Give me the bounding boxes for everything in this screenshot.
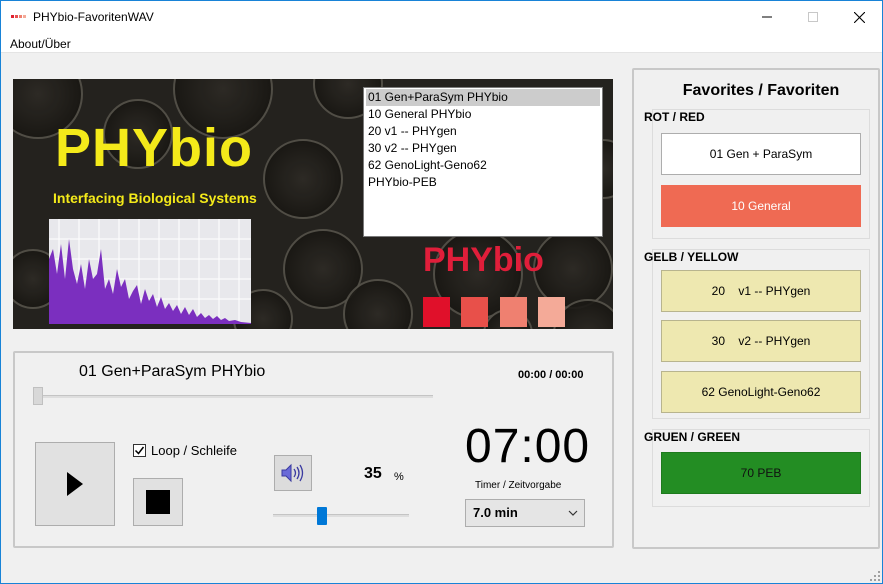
stop-button[interactable] (133, 478, 183, 526)
fav-button-70[interactable]: 70 PEB (661, 452, 861, 494)
track-name: 01 Gen+ParaSym PHYbio (79, 363, 266, 380)
playlist-item[interactable]: PHYbio-PEB (366, 174, 600, 191)
playlist-item[interactable]: 01 Gen+ParaSym PHYbio (366, 89, 600, 106)
playlist-item[interactable]: 62 GenoLight-Geno62 (366, 157, 600, 174)
favorites-title: Favorites / Favoriten (682, 82, 840, 99)
playlist-item[interactable]: 20 v1 -- PHYgen (366, 123, 600, 140)
timer-selected-value: 7.0 min (473, 505, 518, 520)
volume-unit: % (394, 471, 404, 483)
fav-button-01[interactable]: 01 Gen + ParaSym (661, 133, 861, 175)
seek-slider-track[interactable] (33, 395, 433, 398)
title-bar[interactable]: PHYbio-FavoritenWAV (1, 1, 882, 33)
chevron-down-icon (568, 500, 578, 535)
swatch-3 (500, 297, 527, 327)
window-title: PHYbio-FavoritenWAV (33, 10, 154, 24)
swatch-1 (423, 297, 450, 327)
fav-button-20[interactable]: 20 v1 -- PHYgen (661, 270, 861, 312)
timer-display: 07:00 (465, 420, 591, 473)
group-label-green: GRUEN / GREEN (644, 430, 741, 444)
close-icon (853, 11, 865, 23)
maximize-button (790, 1, 836, 33)
play-icon (67, 472, 83, 496)
app-icon (11, 15, 27, 19)
minimize-button[interactable] (744, 1, 790, 33)
minimize-icon (762, 16, 772, 18)
fav-button-10[interactable]: 10 General (661, 185, 861, 227)
menu-about[interactable]: About/Über (10, 37, 71, 51)
volume-value: 35 (364, 465, 382, 482)
fav-button-30[interactable]: 30 v2 -- PHYgen (661, 320, 861, 362)
checkbox-box[interactable] (133, 444, 146, 457)
resize-grip-icon[interactable] (870, 571, 880, 581)
seek-slider-thumb[interactable] (33, 387, 43, 405)
maximize-icon (808, 12, 818, 22)
close-button[interactable] (836, 1, 882, 33)
favorites-panel: Favorites / Favoriten ROT / RED 01 Gen +… (632, 68, 880, 549)
group-label-red: ROT / RED (644, 110, 705, 124)
swatch-2 (461, 297, 488, 327)
time-display: 00:00 / 00:00 (518, 369, 584, 381)
banner-logo: PHYbio (423, 241, 544, 279)
loop-label: Loop / Schleife (151, 443, 238, 458)
playlist-listbox[interactable]: 01 Gen+ParaSym PHYbio 10 General PHYbio … (363, 87, 603, 237)
menu-bar: About/Über (1, 33, 882, 53)
volume-slider-track[interactable] (273, 514, 409, 517)
loop-checkbox[interactable]: Loop / Schleife (133, 443, 237, 458)
timer-label: Timer / Zeitvorgabe (475, 480, 562, 491)
fav-button-62[interactable]: 62 GenoLight-Geno62 (661, 371, 861, 413)
volume-slider-thumb[interactable] (317, 507, 327, 525)
play-button[interactable] (35, 442, 115, 526)
spectrum-graphic (49, 219, 251, 324)
banner-subtitle: Interfacing Biological Systems (53, 190, 257, 206)
group-label-yellow: GELB / YELLOW (644, 250, 739, 264)
check-icon (134, 446, 145, 455)
swatch-4 (538, 297, 565, 327)
timer-dropdown[interactable]: 7.0 min (465, 499, 585, 527)
playlist-item[interactable]: 30 v2 -- PHYgen (366, 140, 600, 157)
banner-title: PHYbio (55, 118, 254, 178)
playlist-item[interactable]: 10 General PHYbio (366, 106, 600, 123)
app-window: PHYbio-FavoritenWAV About/Über PHYbio In… (0, 0, 883, 584)
stop-icon (146, 490, 170, 514)
speaker-icon (281, 463, 304, 483)
mute-button[interactable] (274, 455, 312, 491)
player-panel: 01 Gen+ParaSym PHYbio 00:00 / 00:00 Loop… (13, 351, 614, 548)
